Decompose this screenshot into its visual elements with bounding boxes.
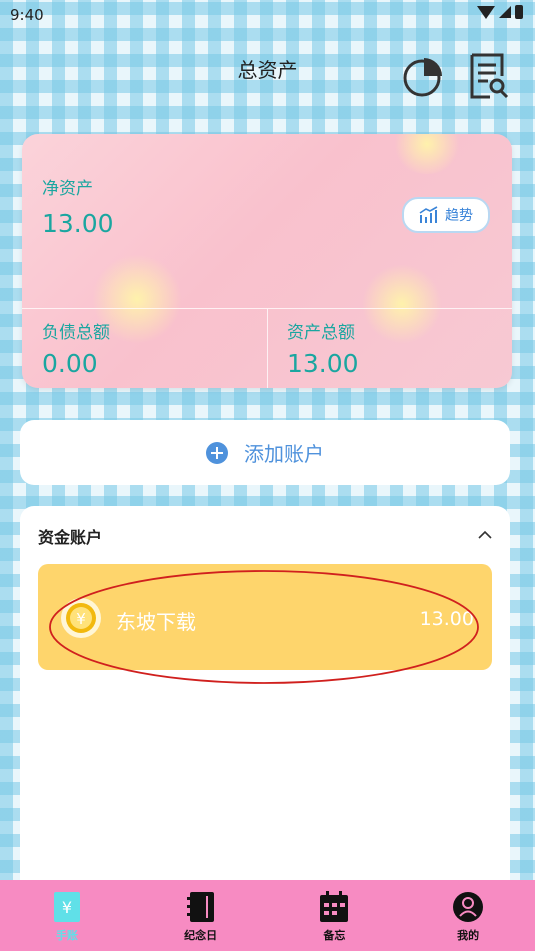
- yuan-book-icon: ¥: [53, 892, 80, 922]
- funds-account-panel: 资金账户 ¥ 东坡下载 13.00: [20, 506, 510, 886]
- bottom-navigation: ¥ 手账 纪念日 备忘 我的: [0, 880, 535, 951]
- status-time: 9:40: [10, 6, 44, 24]
- nav-label: 手账: [55, 929, 78, 942]
- add-account-button[interactable]: 添加账户: [20, 420, 510, 485]
- calendar-icon: [320, 891, 349, 922]
- nav-label: 备忘: [323, 929, 346, 942]
- decor-blob: [392, 134, 462, 174]
- nav-label: 我的: [457, 929, 480, 942]
- total-debt-value: 0.00: [42, 349, 98, 378]
- battery-icon: [515, 5, 523, 19]
- assets-summary-card: 净资产 13.00 趋势 负债总额 0.00 资产总额 13.00: [22, 134, 512, 388]
- trend-chart-icon: [419, 206, 438, 223]
- net-assets-label: 净资产: [42, 179, 93, 199]
- nav-item-memo[interactable]: 备忘: [268, 880, 402, 951]
- report-search-icon[interactable]: [468, 52, 510, 100]
- nav-item-anniversary[interactable]: 纪念日: [134, 880, 268, 951]
- notebook-icon: [186, 892, 214, 922]
- divider: [267, 309, 268, 388]
- trend-button-label: 趋势: [445, 208, 473, 224]
- page-title: 总资产: [237, 58, 298, 82]
- total-debt-label: 负债总额: [42, 323, 110, 343]
- nav-item-ledger[interactable]: ¥ 手账: [0, 880, 134, 951]
- nav-item-profile[interactable]: 我的: [401, 880, 535, 951]
- decor-blob: [362, 264, 442, 344]
- nav-label: 纪念日: [184, 929, 218, 942]
- add-account-label: 添加账户: [244, 442, 324, 466]
- user-icon: [453, 892, 484, 922]
- svg-text:¥: ¥: [62, 898, 72, 917]
- plus-circle-icon: [206, 441, 228, 464]
- total-assets-label: 资产总额: [287, 323, 355, 343]
- net-assets-value: 13.00: [42, 209, 114, 238]
- trend-button[interactable]: 趋势: [402, 197, 490, 233]
- status-icons: [477, 5, 523, 19]
- wifi-icon: [477, 5, 495, 19]
- signal-icon: [499, 6, 511, 18]
- pie-chart-icon[interactable]: [402, 56, 444, 98]
- chevron-up-icon[interactable]: [478, 528, 492, 542]
- status-bar: 9:40: [0, 0, 535, 30]
- funds-section-title: 资金账户: [38, 528, 103, 547]
- total-assets-value: 13.00: [287, 349, 359, 378]
- highlight-annotation: [49, 570, 479, 684]
